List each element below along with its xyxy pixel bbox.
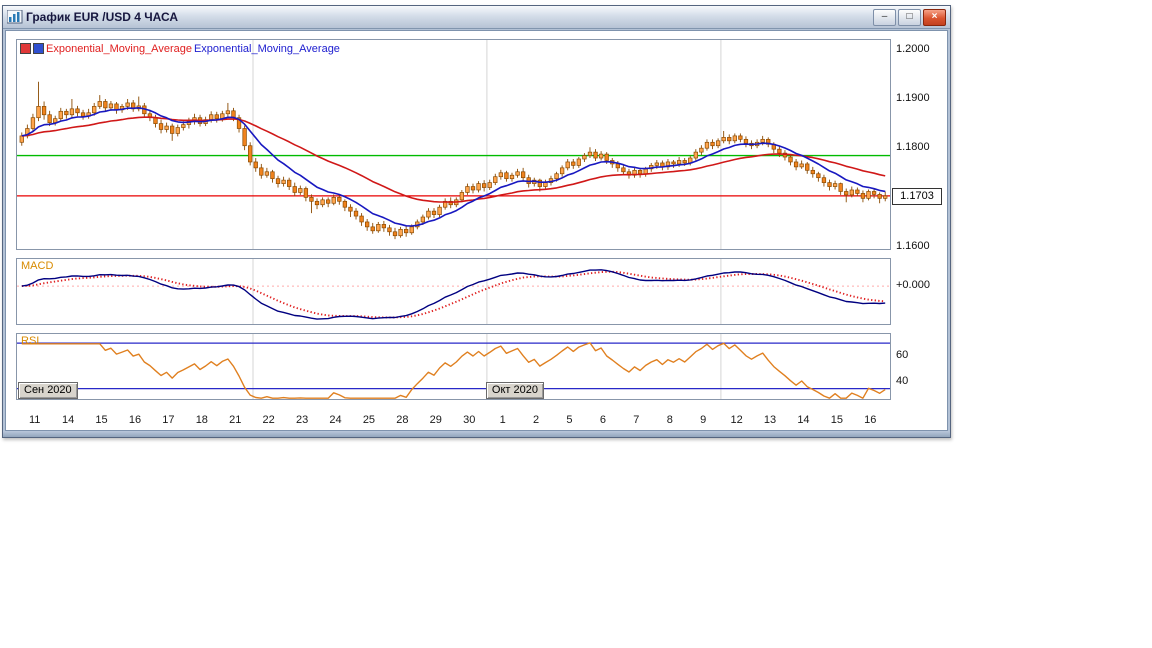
- window-bottom-frame: [3, 431, 950, 437]
- title-bar[interactable]: График EUR /USD 4 ЧАСА – □ ×: [3, 6, 950, 29]
- macd-zero-label: +0.000: [896, 279, 930, 292]
- rsi-plot: [17, 334, 890, 399]
- x-axis-day-label: 25: [362, 414, 376, 426]
- ma-legend: Exponential_Moving_Average Exponential_M…: [20, 42, 340, 55]
- ema-red-label: Exponential_Moving_Average: [46, 42, 192, 55]
- price-axis-label: 1.1800: [896, 141, 930, 154]
- close-button[interactable]: ×: [923, 8, 946, 26]
- rsi-label: RSI: [21, 335, 40, 347]
- x-axis-day-label: 5: [566, 414, 573, 426]
- month-marker-button[interactable]: Окт 2020: [485, 382, 544, 399]
- price-axis-gutter: +0.000 1.2000 1.1900 1.1800 1.1600 60 40: [893, 31, 945, 430]
- x-axis-day-label: 11: [28, 414, 41, 426]
- maximize-button[interactable]: □: [898, 8, 921, 26]
- x-axis: 11 14 15 16 17 18 21 22 23 24 25 28 29 30 1 2 5 6 7 8 9 12 13 1…: [16, 413, 891, 429]
- x-axis-day-label: 15: [95, 414, 108, 426]
- x-axis-day-label: 7: [633, 414, 640, 426]
- x-axis-day-label: 14: [797, 414, 810, 426]
- x-axis-day-label: 22: [262, 414, 275, 426]
- window-icon: [6, 9, 23, 24]
- price-axis-label: 1.1600: [896, 239, 930, 252]
- price-axis-label: 1.2000: [896, 42, 930, 55]
- x-axis-day-label: 30: [463, 414, 476, 426]
- price-chart-panel[interactable]: Exponential_Moving_Average Exponential_M…: [16, 39, 891, 250]
- x-axis-day-label: 18: [195, 414, 208, 426]
- x-axis-day-label: 13: [763, 414, 777, 426]
- x-axis-day-label: 15: [830, 414, 843, 426]
- macd-panel[interactable]: MACD: [16, 258, 891, 325]
- x-axis-day-label: 17: [162, 414, 175, 426]
- minimize-button[interactable]: –: [873, 8, 896, 26]
- ema-blue-legend-chip[interactable]: [33, 43, 44, 54]
- chart-window: График EUR /USD 4 ЧАСА – □ × Exponential…: [2, 5, 951, 438]
- chart-content: Exponential_Moving_Average Exponential_M…: [5, 30, 948, 431]
- rsi-panel[interactable]: RSI: [16, 333, 891, 400]
- x-axis-day-label: 9: [700, 414, 707, 426]
- x-axis-day-label: 21: [229, 414, 242, 426]
- x-axis-day-label: 24: [329, 414, 342, 426]
- x-axis-day-label: 14: [62, 414, 75, 426]
- x-axis-day-label: 12: [730, 414, 743, 426]
- x-axis-day-label: 28: [396, 414, 409, 426]
- candlestick-plot: [17, 40, 890, 249]
- window-controls: – □ ×: [873, 8, 946, 26]
- window-title: График EUR /USD 4 ЧАСА: [26, 10, 179, 24]
- x-axis-day-label: 16: [128, 414, 142, 426]
- macd-plot: [17, 259, 890, 324]
- rsi-axis-label: 40: [896, 375, 909, 388]
- x-axis-day-label: 1: [499, 414, 506, 426]
- last-price-tag: 1.1703: [892, 187, 942, 205]
- price-axis-label: 1.1900: [896, 92, 930, 104]
- x-axis-day-label: 2: [532, 414, 540, 426]
- ema-red-legend-chip[interactable]: [20, 43, 31, 54]
- macd-label: MACD: [21, 260, 54, 272]
- month-marker-button[interactable]: Сен 2020: [18, 382, 78, 399]
- x-axis-day-label: 8: [666, 414, 673, 426]
- x-axis-day-label: 23: [295, 414, 309, 426]
- x-axis-day-label: 6: [599, 414, 606, 426]
- x-axis-day-label: 16: [864, 414, 877, 426]
- x-axis-day-label: 29: [429, 414, 442, 426]
- ema-blue-label: Exponential_Moving_Average: [193, 42, 340, 55]
- rsi-axis-label: 60: [896, 349, 909, 362]
